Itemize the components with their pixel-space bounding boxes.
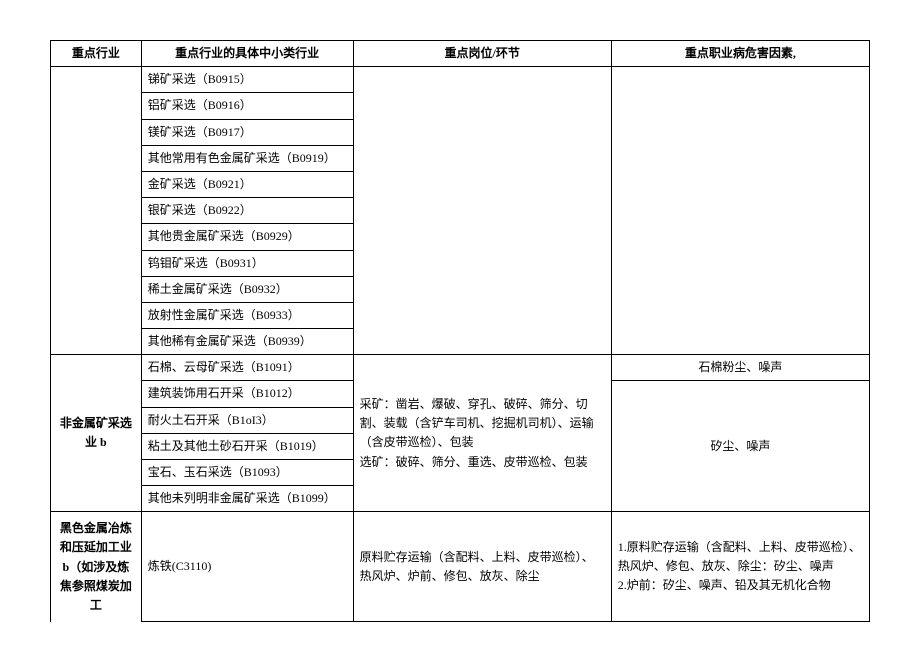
subindustry-cell: 钨钼矿采选（B0931）	[141, 250, 353, 276]
hazard-cell-ferrous: 1.原料贮存运输（含配料、上料、皮带巡检）、热风炉、修包、放灰、除尘：矽尘、噪声…	[611, 512, 869, 622]
subindustry-cell: 粘土及其他土砂石开采（B1019）	[141, 433, 353, 459]
subindustry-cell: 金矿采选（B0921）	[141, 171, 353, 197]
industry-cell-empty	[51, 67, 142, 355]
posts-cell-ferrous: 原料贮存运输（含配料、上料、皮带巡检）、热风炉、炉前、修包、放灰、除尘	[353, 512, 611, 622]
table-row: 黑色金属冶炼和压延加工业 b（如涉及炼焦参照煤炭加工 炼铁(C3110) 原料贮…	[51, 512, 870, 622]
col-header-hazard: 重点职业病危害因素,	[611, 41, 869, 67]
subindustry-cell: 耐火土石开采（B1oI3）	[141, 407, 353, 433]
subindustry-cell: 银矿采选（B0922）	[141, 198, 353, 224]
hazard-table: 重点行业 重点行业的具体中小类行业 重点岗位/环节 重点职业病危害因素, 锑矿采…	[50, 40, 870, 622]
subindustry-cell: 建筑装饰用石开采（B1012）	[141, 381, 353, 407]
subindustry-cell: 其他常用有色金属矿采选（B0919）	[141, 145, 353, 171]
subindustry-cell: 其他未列明非金属矿采选（B1099）	[141, 486, 353, 512]
industry-cell-nonmetal: 非金属矿采选业 b	[51, 355, 142, 512]
col-header-subindustry: 重点行业的具体中小类行业	[141, 41, 353, 67]
col-header-posts: 重点岗位/环节	[353, 41, 611, 67]
table-row: 锑矿采选（B0915）	[51, 67, 870, 93]
subindustry-cell: 铝矿采选（B0916）	[141, 93, 353, 119]
subindustry-cell: 镁矿采选（B0917）	[141, 119, 353, 145]
subindustry-cell: 其他贵金属矿采选（B0929）	[141, 224, 353, 250]
posts-cell-empty	[353, 67, 611, 355]
hazard-cell-silica: 矽尘、噪声	[611, 381, 869, 512]
col-header-industry: 重点行业	[51, 41, 142, 67]
header-row: 重点行业 重点行业的具体中小类行业 重点岗位/环节 重点职业病危害因素,	[51, 41, 870, 67]
hazard-cell-asbestos: 石棉粉尘、噪声	[611, 355, 869, 381]
subindustry-cell: 稀土金属矿采选（B0932）	[141, 276, 353, 302]
subindustry-cell: 宝石、玉石采选（B1093）	[141, 460, 353, 486]
subindustry-cell: 锑矿采选（B0915）	[141, 67, 353, 93]
subindustry-cell: 炼铁(C3110)	[141, 512, 353, 622]
subindustry-cell: 放射性金属矿采选（B0933）	[141, 302, 353, 328]
industry-cell-ferrous: 黑色金属冶炼和压延加工业 b（如涉及炼焦参照煤炭加工	[51, 512, 142, 622]
posts-cell-nonmetal: 采矿：凿岩、爆破、穿孔、破碎、筛分、切割、装载（含铲车司机、挖掘机司机）、运输（…	[353, 355, 611, 512]
subindustry-cell: 其他稀有金属矿采选（B0939）	[141, 329, 353, 355]
hazard-cell-empty	[611, 67, 869, 355]
subindustry-cell: 石棉、云母矿采选（B1091）	[141, 355, 353, 381]
table-row: 非金属矿采选业 b 石棉、云母矿采选（B1091） 采矿：凿岩、爆破、穿孔、破碎…	[51, 355, 870, 381]
